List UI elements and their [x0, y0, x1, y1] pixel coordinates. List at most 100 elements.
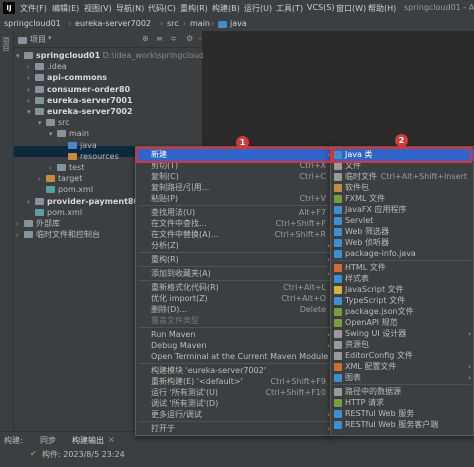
tree-item[interactable]: › provider-payment8001 [27, 196, 150, 207]
chevron-down-icon[interactable]: ▾ [49, 129, 57, 140]
folder-icon [68, 141, 77, 149]
project-panel-header: 项目 ▾ ⊕ ≡ ≑ ⚙ – [14, 31, 202, 48]
menu-file[interactable]: 文件(F) [20, 3, 47, 14]
menu-item-label: 添加到收藏夹(A) [151, 269, 211, 278]
tree-item[interactable]: › .idea [27, 61, 67, 72]
menu-item[interactable]: 覆盖文件类型 [136, 315, 332, 327]
menu-item[interactable]: 打开于 › [136, 423, 332, 435]
tree-item[interactable]: › 外部库 [16, 218, 60, 229]
menu-separator [138, 327, 330, 328]
menu-item[interactable]: 添加到收藏夹(A) › [136, 268, 332, 280]
item-icon [334, 410, 342, 418]
tree-item[interactable]: java [60, 140, 97, 151]
tree-item[interactable]: › test [49, 162, 84, 173]
item-icon [334, 341, 342, 349]
project-view-label[interactable]: 项目 [30, 34, 46, 45]
folder-icon [35, 197, 44, 205]
menu-item[interactable]: Open Terminal at the Current Maven Modul… [136, 351, 348, 363]
menu-item[interactable]: 分析(Z) › [136, 240, 332, 252]
intellij-logo: IJ [3, 2, 15, 14]
menu-item[interactable]: RESTful Web 服务客户端 [331, 419, 473, 431]
menu-refactor[interactable]: 重构(R) [180, 3, 208, 14]
build-output-tab[interactable]: 构建输出 [72, 435, 104, 446]
breadcrumb-src[interactable]: src [167, 19, 179, 28]
menu-code[interactable]: 代码(C) [148, 3, 176, 14]
item-icon [334, 217, 342, 225]
menu-build[interactable]: 构建(B) [212, 3, 240, 14]
tree-item-label: pom.xml [47, 207, 83, 217]
tree-item[interactable]: pom.xml [38, 184, 93, 195]
tree-item[interactable]: pom.xml [27, 207, 82, 218]
item-icon [334, 388, 342, 396]
menu-separator [138, 421, 330, 422]
tree-item-label: .idea [47, 62, 67, 72]
annotation-box-new [135, 147, 333, 163]
tree-item[interactable]: ▾ src [38, 117, 70, 128]
tree-item[interactable]: › api-commons [27, 72, 107, 83]
menu-item-label: 图表 [345, 373, 361, 382]
menu-edit[interactable]: 编辑(E) [52, 3, 79, 14]
expand-all-icon[interactable]: ≑ [170, 34, 177, 43]
close-icon[interactable]: × [108, 435, 115, 444]
project-path: D:\idea_work\springcloud01 [100, 51, 215, 60]
menu-item[interactable]: 重构(R) › [136, 254, 332, 266]
project-tool-button[interactable]: 项目 [1, 37, 11, 51]
item-icon [334, 275, 342, 283]
tree-item[interactable]: resources [60, 151, 119, 162]
item-icon [334, 421, 342, 429]
tree-item-label: eureka-server7001 [47, 95, 133, 105]
menu-view[interactable]: 视图(V) [84, 3, 112, 14]
item-icon [334, 363, 342, 371]
tree-item-label: main [69, 129, 89, 139]
tree-item[interactable]: › eureka-server7001 [27, 95, 133, 106]
tree-item-label: consumer-order80 [47, 84, 131, 94]
tree-item[interactable]: › 临时文件和控制台 [16, 229, 100, 240]
collapse-all-icon[interactable]: ≡ [156, 34, 163, 43]
breadcrumb-project[interactable]: springcloud01 [4, 19, 61, 28]
tree-item[interactable]: › target [38, 173, 82, 184]
folder-icon [57, 130, 66, 138]
item-icon [334, 374, 342, 382]
build-status-text: 构件: 2023/8/5 23:24 [42, 450, 125, 459]
sync-tab[interactable]: 同步 [40, 435, 56, 446]
menu-window[interactable]: 窗口(W) [336, 3, 366, 14]
chevron-down-icon[interactable]: ▾ [27, 107, 35, 118]
menu-help[interactable]: 帮助(H) [368, 3, 396, 14]
chevron-right-icon[interactable]: › [16, 230, 24, 241]
file-icon [35, 208, 44, 216]
chevron-right-icon: › [68, 19, 72, 28]
annotation-badge-2: 2 [395, 134, 408, 147]
locate-icon[interactable]: ⊕ [142, 34, 149, 43]
chevron-down-icon[interactable]: ▾ [38, 118, 46, 129]
item-icon [334, 308, 342, 316]
item-icon [334, 352, 342, 360]
menu-item[interactable]: 粘贴(P) Ctrl+V [136, 193, 332, 205]
menu-vcs[interactable]: VCS(S) [307, 3, 334, 12]
breadcrumb-module[interactable]: eureka-server7002 [75, 19, 151, 28]
tree-item[interactable]: › consumer-order80 [27, 84, 130, 95]
item-icon [334, 206, 342, 214]
tree-item[interactable]: ▾ springcloud01 D:\idea_work\springcloud0… [16, 50, 214, 61]
folder-icon [68, 152, 77, 160]
breadcrumb-java[interactable]: java [230, 19, 247, 28]
menu-tools[interactable]: 工具(T) [276, 3, 303, 14]
item-icon [334, 399, 342, 407]
chevron-right-icon: › [160, 19, 164, 28]
menu-separator [333, 260, 471, 261]
menu-run[interactable]: 运行(U) [244, 3, 272, 14]
tree-item[interactable]: ▾ eureka-server7002 [27, 106, 133, 117]
menu-item[interactable]: 图表 › [331, 372, 473, 384]
item-icon [334, 250, 342, 258]
breadcrumb-main[interactable]: main [190, 19, 210, 28]
minimize-icon[interactable]: – [198, 34, 202, 43]
chevron-down-icon[interactable]: ▾ [48, 34, 52, 42]
menu-navigate[interactable]: 导航(N) [116, 3, 144, 14]
tree-item-label: api-commons [47, 73, 108, 83]
chevron-right-icon: › [211, 19, 215, 28]
tree-item[interactable]: ▾ main [49, 128, 89, 139]
menu-item[interactable]: 更多运行/调试 › [136, 409, 332, 421]
tree-item-label: 临时文件和控制台 [36, 230, 100, 240]
menu-item[interactable]: package-info.java [331, 248, 473, 260]
chevron-down-icon[interactable]: ▾ [16, 51, 24, 62]
gear-icon[interactable]: ⚙ [186, 34, 193, 43]
